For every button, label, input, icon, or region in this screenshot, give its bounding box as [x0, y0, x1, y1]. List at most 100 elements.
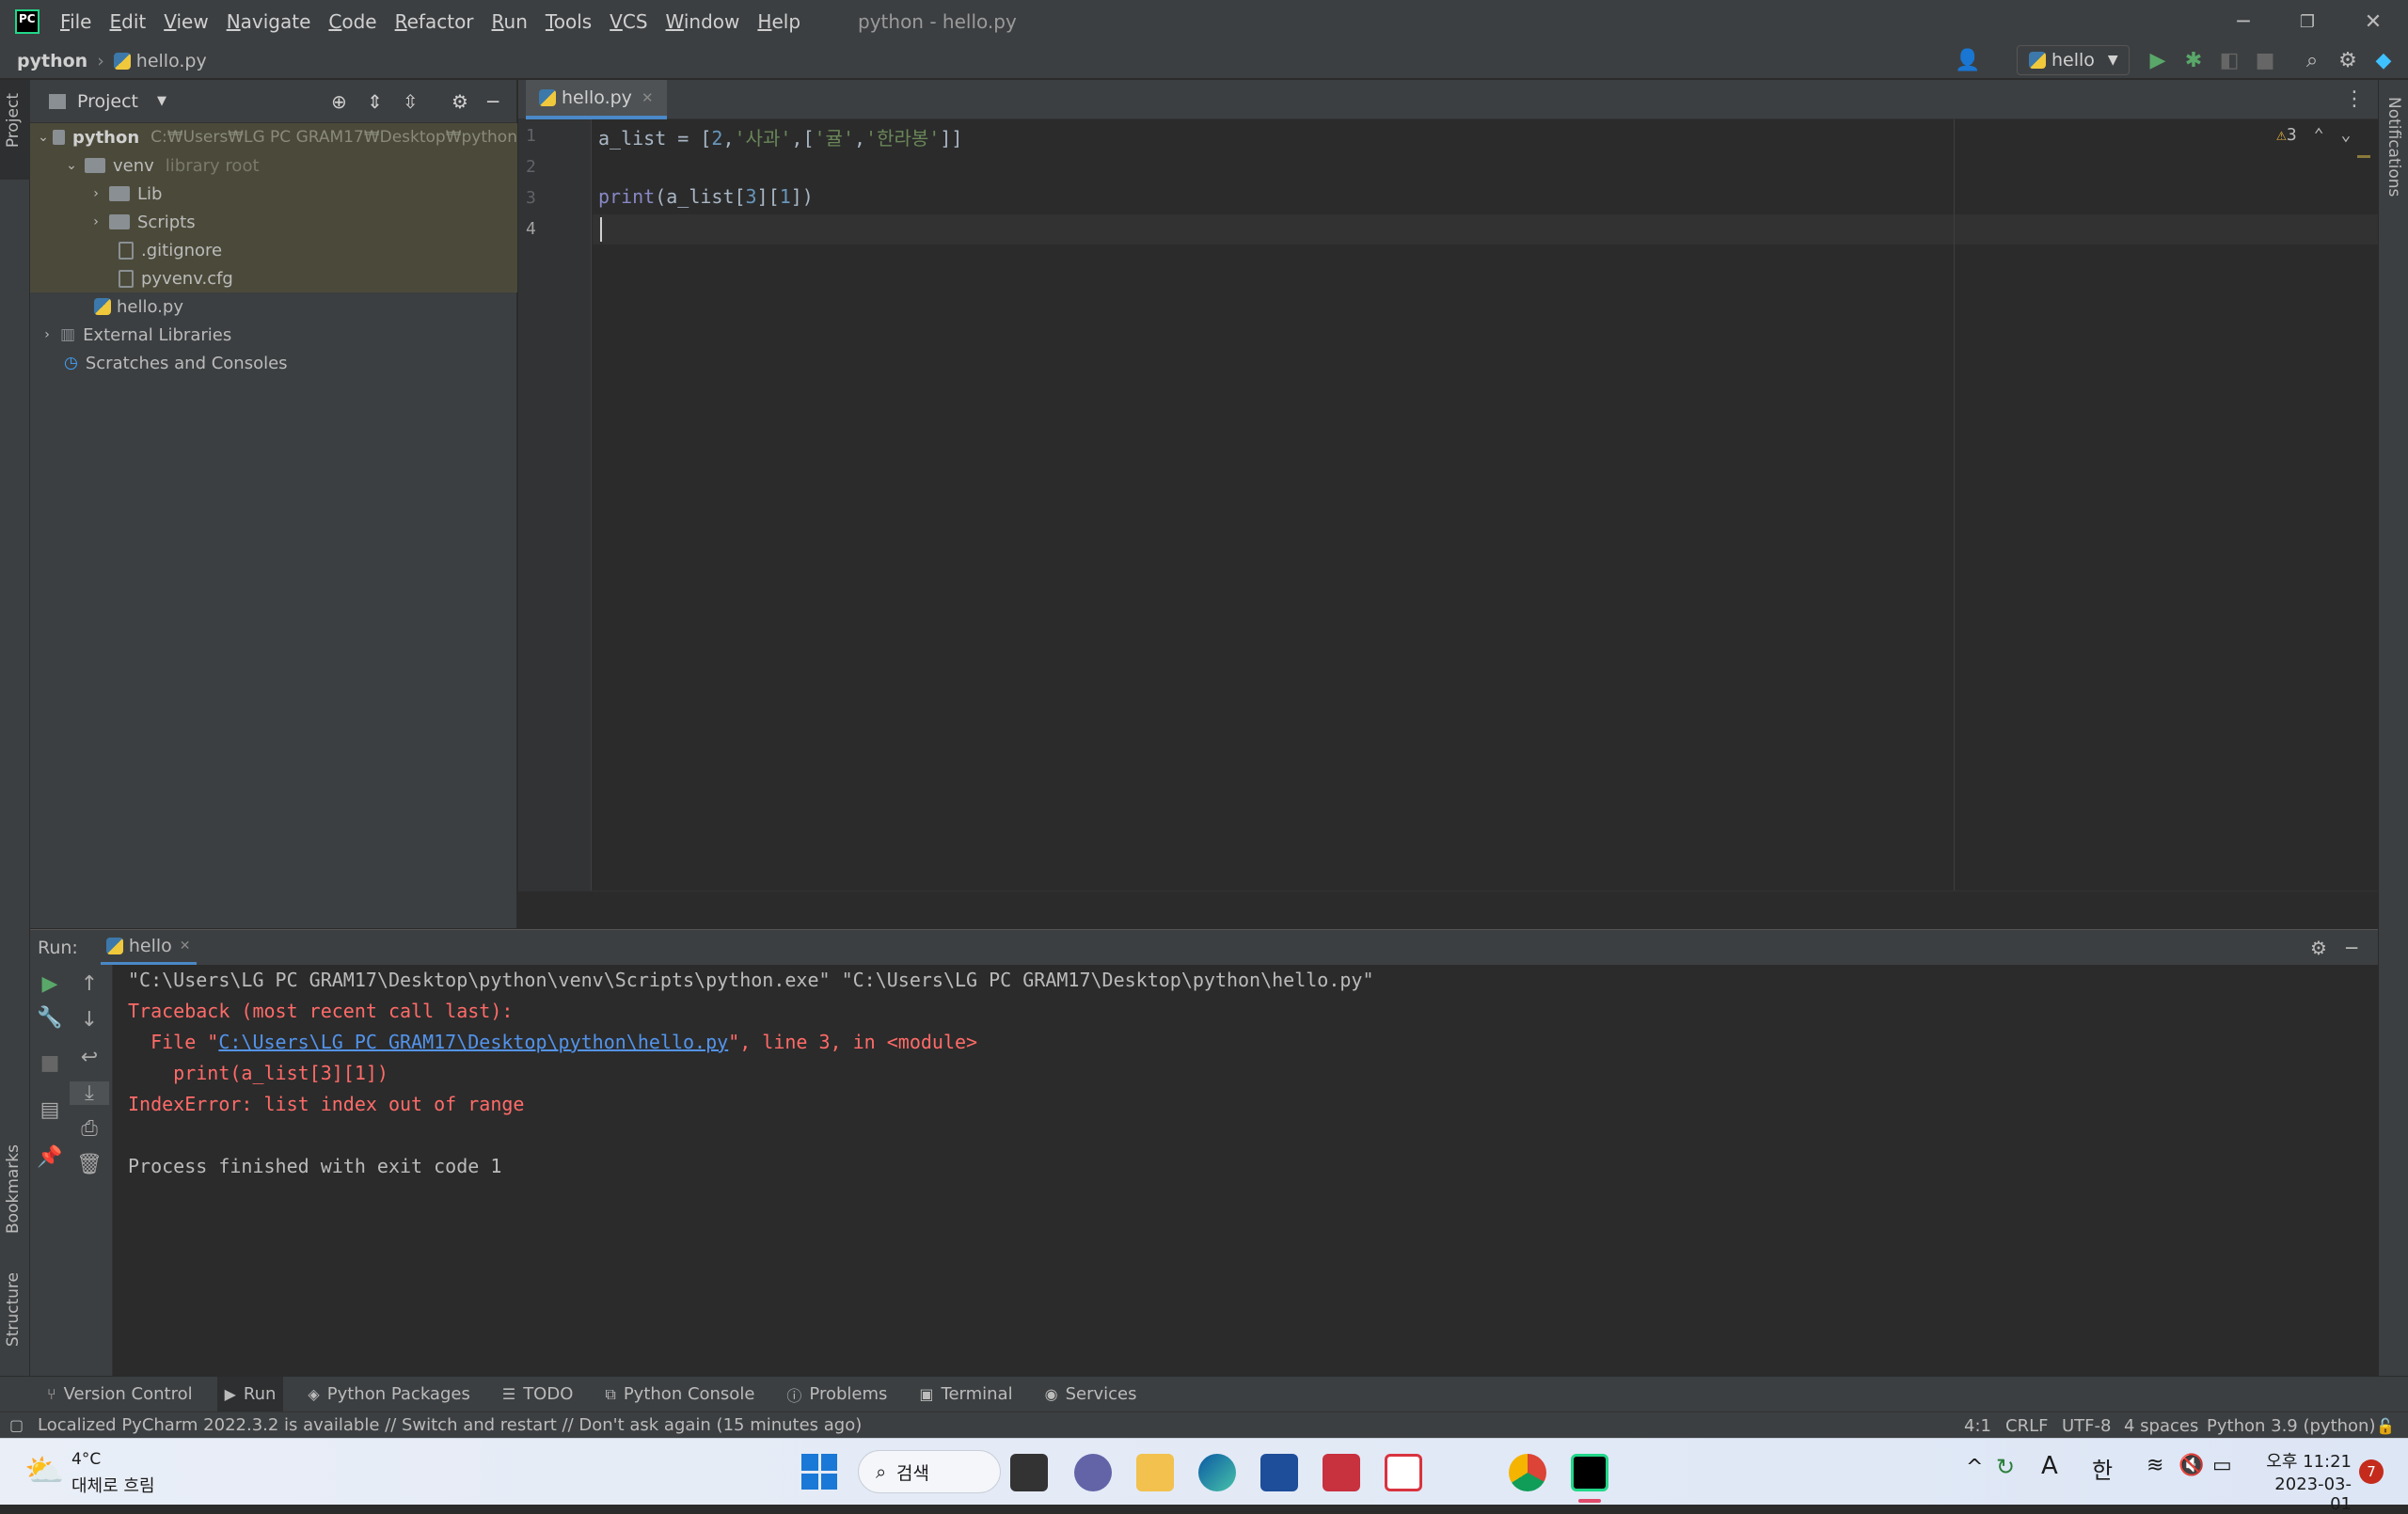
close-tab-icon[interactable]: ✕	[642, 89, 654, 106]
tree-item-gitignore[interactable]: .gitignore	[30, 236, 517, 264]
menu-tools[interactable]: Tools	[546, 10, 592, 33]
task-view-icon[interactable]	[1010, 1454, 1048, 1491]
tool-services[interactable]: ◉ Services	[1038, 1377, 1145, 1412]
layout-icon[interactable]: ▤	[30, 1098, 70, 1122]
breadcrumb-file[interactable]: hello.py	[136, 51, 207, 71]
print-icon[interactable]: ⎙	[70, 1117, 109, 1141]
speaker-muted-icon[interactable]: 🔇	[2178, 1454, 2204, 1477]
status-message[interactable]: Localized PyCharm 2022.3.2 is available …	[38, 1415, 862, 1435]
line-separator[interactable]: CRLF	[2005, 1412, 2048, 1439]
edge-browser-icon[interactable]	[1198, 1454, 1236, 1491]
breadcrumb-project[interactable]: python	[17, 51, 87, 71]
coverage-icon[interactable]: ◧	[2216, 47, 2242, 73]
menu-window[interactable]: Window	[666, 10, 740, 33]
error-stripe-mark[interactable]	[2357, 155, 2370, 158]
console-file-link[interactable]: C:\Users\LG PC GRAM17\Desktop\python\hel…	[218, 1031, 728, 1053]
file-explorer-icon[interactable]	[1136, 1454, 1174, 1491]
tool-todo[interactable]: ☰ TODO	[495, 1377, 581, 1412]
chevron-down-icon[interactable]: ⌄	[62, 158, 81, 173]
expand-all-icon[interactable]: ⇕	[367, 90, 383, 113]
debug-icon[interactable]: ✱	[2180, 47, 2207, 73]
restore-icon[interactable]: ❐	[2274, 0, 2340, 43]
tree-item-lib[interactable]: › Lib	[30, 180, 517, 208]
file-encoding[interactable]: UTF-8	[2062, 1412, 2111, 1439]
input-mode-indicator[interactable]: A	[2041, 1452, 2058, 1480]
run-tab-hello[interactable]: hello ✕	[100, 930, 197, 966]
menu-file[interactable]: File	[60, 10, 91, 33]
arrow-down-icon[interactable]: ↓	[70, 1008, 109, 1032]
close-tab-icon[interactable]: ✕	[180, 938, 191, 954]
pin-tab-icon[interactable]: 📌	[30, 1145, 70, 1169]
indent-setting[interactable]: 4 spaces	[2124, 1412, 2198, 1439]
tree-item-scratches[interactable]: ◷ Scratches and Consoles	[30, 349, 517, 377]
chevron-right-icon[interactable]: ›	[38, 327, 56, 342]
microsoft-store-icon[interactable]	[1260, 1454, 1298, 1491]
teams-chat-icon[interactable]	[1074, 1454, 1112, 1491]
collapse-all-icon[interactable]: ⇳	[403, 90, 419, 113]
language-indicator[interactable]: 한	[2092, 1452, 2113, 1485]
run-configuration-select[interactable]: hello ▼	[2017, 45, 2130, 75]
show-hidden-icons-chevron-icon[interactable]: ^	[1966, 1456, 1983, 1479]
menu-navigate[interactable]: Navigate	[227, 10, 311, 33]
tree-item-pyvenv[interactable]: pyvenv.cfg	[30, 264, 517, 292]
arrow-up-icon[interactable]: ↑	[70, 972, 109, 996]
close-window-icon[interactable]: ✕	[2340, 0, 2406, 43]
menu-refactor[interactable]: Refactor	[395, 10, 474, 33]
tree-item-python[interactable]: ⌄ python C:₩Users₩LG PC GRAM17₩Desktop₩p…	[30, 123, 517, 151]
lock-icon[interactable]: 🔓	[2376, 1412, 2395, 1439]
caret-position[interactable]: 4:1	[1964, 1412, 1991, 1439]
tool-terminal[interactable]: ▣ Terminal	[911, 1377, 1020, 1412]
inspection-widget[interactable]: ⚠3 ⌃ ⌄	[2276, 125, 2351, 145]
tree-item-scripts[interactable]: › Scripts	[30, 208, 517, 236]
hide-panel-icon[interactable]: ─	[2346, 937, 2357, 959]
hide-panel-icon[interactable]: ─	[487, 90, 499, 113]
next-highlight-icon[interactable]: ⌄	[2341, 125, 2352, 145]
sync-app-icon[interactable]	[1385, 1454, 1422, 1491]
tool-tab-notifications[interactable]: Notifications	[2384, 97, 2403, 197]
soft-wrap-icon[interactable]: ↩	[70, 1046, 109, 1069]
run-console[interactable]: "C:\Users\LG PC GRAM17\Desktop\python\ve…	[30, 965, 2378, 1376]
previous-highlight-icon[interactable]: ⌃	[2314, 125, 2324, 145]
project-panel-title[interactable]: Project	[77, 91, 138, 112]
weather-temperature[interactable]: 4°C	[71, 1450, 101, 1469]
tool-python-console[interactable]: ⧉ Python Console	[597, 1377, 762, 1412]
pycharm-logo-icon[interactable]: PC	[15, 9, 40, 34]
menu-view[interactable]: View	[164, 10, 208, 33]
taskbar-search-box[interactable]: ⌕ 검색	[858, 1450, 1001, 1493]
run-icon[interactable]: ▶	[2145, 47, 2171, 73]
tool-run[interactable]: ▶ Run	[216, 1376, 284, 1412]
search-icon[interactable]: ⌕	[2299, 47, 2325, 73]
stop-icon[interactable]: ■	[30, 1051, 70, 1075]
editor-tab-hello-py[interactable]: hello.py ✕	[526, 80, 667, 119]
tool-python-packages[interactable]: ◈ Python Packages	[300, 1377, 477, 1412]
chrome-browser-icon[interactable]	[1509, 1454, 1546, 1491]
panel-settings-gear-icon[interactable]: ⚙	[452, 90, 468, 113]
minimize-icon[interactable]: ─	[2210, 0, 2276, 43]
menu-code[interactable]: Code	[328, 10, 376, 33]
app-red-icon[interactable]	[1323, 1454, 1360, 1491]
stop-icon[interactable]: ■	[2252, 47, 2278, 73]
sync-status-icon[interactable]: ↻	[1996, 1454, 2015, 1480]
tool-version-control[interactable]: ⑂ Version Control	[40, 1377, 200, 1412]
tree-item-external-libraries[interactable]: › ▥ External Libraries	[30, 321, 517, 349]
chevron-right-icon[interactable]: ›	[87, 214, 105, 229]
notification-badge[interactable]: 7	[2359, 1459, 2384, 1484]
menu-vcs[interactable]: VCS	[610, 10, 647, 33]
tool-tab-bookmarks[interactable]: Bookmarks	[4, 1144, 23, 1234]
clock-date[interactable]: 2023-03-01	[2259, 1475, 2352, 1514]
wifi-icon[interactable]: ≋	[2147, 1454, 2163, 1477]
run-settings-gear-icon[interactable]: ⚙	[2310, 937, 2327, 959]
battery-icon[interactable]: ▭	[2212, 1454, 2232, 1477]
jetbrains-ai-icon[interactable]: ◆	[2370, 47, 2397, 73]
tool-problems[interactable]: ⓘ Problems	[779, 1377, 895, 1412]
user-account-icon[interactable]: 👤	[1955, 47, 1981, 73]
menu-help[interactable]: Help	[757, 10, 800, 33]
tool-tab-project[interactable]: Project	[4, 93, 23, 148]
rerun-icon[interactable]: ▶	[30, 972, 70, 996]
tree-item-hello-py[interactable]: hello.py	[30, 292, 517, 321]
tree-item-venv[interactable]: ⌄ venv library root	[30, 151, 517, 180]
chevron-right-icon[interactable]: ›	[87, 186, 105, 201]
menu-run[interactable]: Run	[492, 10, 528, 33]
clock-time[interactable]: 오후 11:21	[2259, 1448, 2352, 1473]
tool-tab-structure[interactable]: Structure	[4, 1272, 23, 1347]
